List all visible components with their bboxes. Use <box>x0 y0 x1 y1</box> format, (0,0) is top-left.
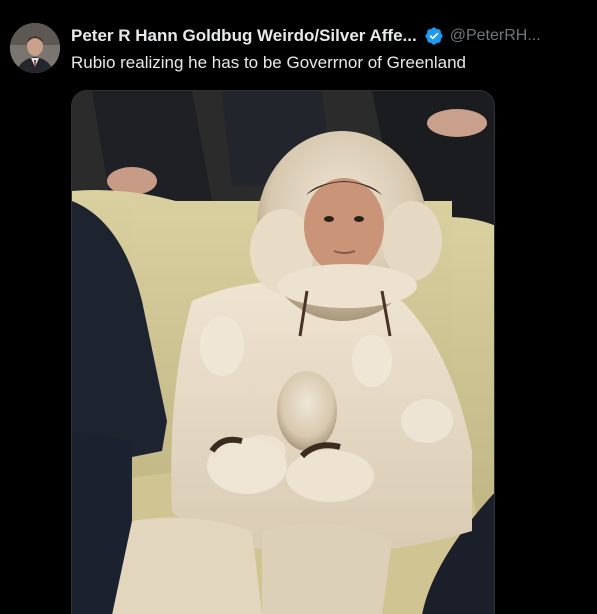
verified-badge-icon[interactable] <box>424 26 444 46</box>
avatar-image <box>10 23 60 73</box>
user-avatar[interactable] <box>10 23 60 73</box>
tweet[interactable]: Peter R Hann Goldbug Weirdo/Silver Affe.… <box>0 0 597 614</box>
tweet-media-image[interactable] <box>71 90 495 614</box>
photo-man-in-fur-parka-on-sofa <box>72 91 494 614</box>
display-name[interactable]: Peter R Hann Goldbug Weirdo/Silver Affe.… <box>71 26 417 46</box>
user-handle[interactable]: @PeterRH... <box>450 27 541 45</box>
tweet-header: Peter R Hann Goldbug Weirdo/Silver Affe.… <box>71 24 597 48</box>
tweet-text: Rubio realizing he has to be Goverrnor o… <box>71 53 467 72</box>
